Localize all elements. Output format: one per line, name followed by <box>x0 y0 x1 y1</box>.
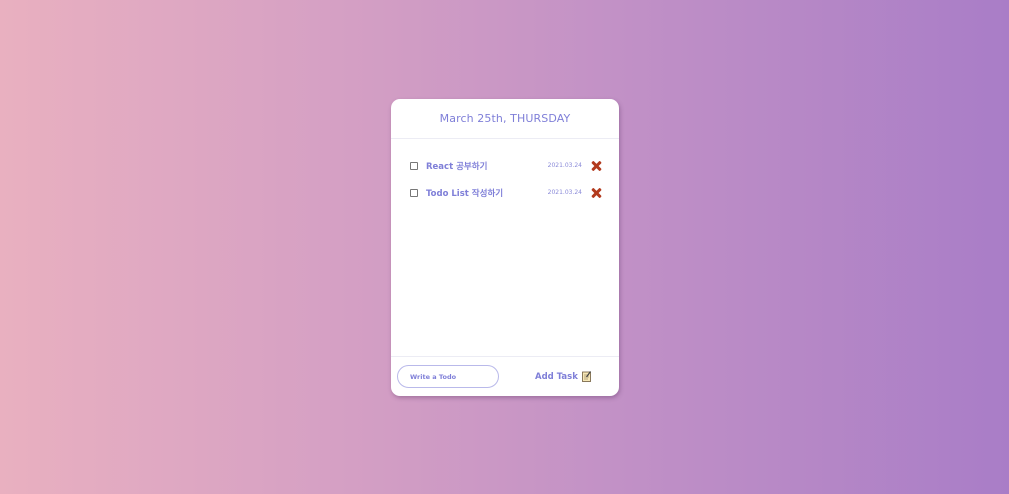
add-task-button[interactable]: Add Task <box>535 371 592 382</box>
todo-text[interactable]: Todo List 작성하기 <box>426 187 548 199</box>
todo-card: March 25th, THURSDAY React 공부하기 2021.03.… <box>391 99 619 396</box>
todo-list: React 공부하기 2021.03.24 Todo List 작성하기 202… <box>391 139 619 356</box>
todo-text[interactable]: React 공부하기 <box>426 160 548 172</box>
card-header: March 25th, THURSDAY <box>391 99 619 139</box>
todo-checkbox[interactable] <box>410 188 418 197</box>
memo-icon <box>581 371 591 382</box>
todo-checkbox[interactable] <box>410 161 418 170</box>
card-footer: Add Task <box>391 356 619 396</box>
todo-date: 2021.03.24 <box>547 162 582 169</box>
add-task-label: Add Task <box>535 371 578 382</box>
todo-input[interactable] <box>397 365 499 388</box>
delete-icon[interactable] <box>590 187 602 199</box>
delete-icon[interactable] <box>590 160 602 172</box>
todo-date: 2021.03.24 <box>547 189 582 196</box>
todo-item: Todo List 작성하기 2021.03.24 <box>391 179 619 206</box>
todo-item: React 공부하기 2021.03.24 <box>391 152 619 179</box>
date-title: March 25th, THURSDAY <box>439 112 571 125</box>
